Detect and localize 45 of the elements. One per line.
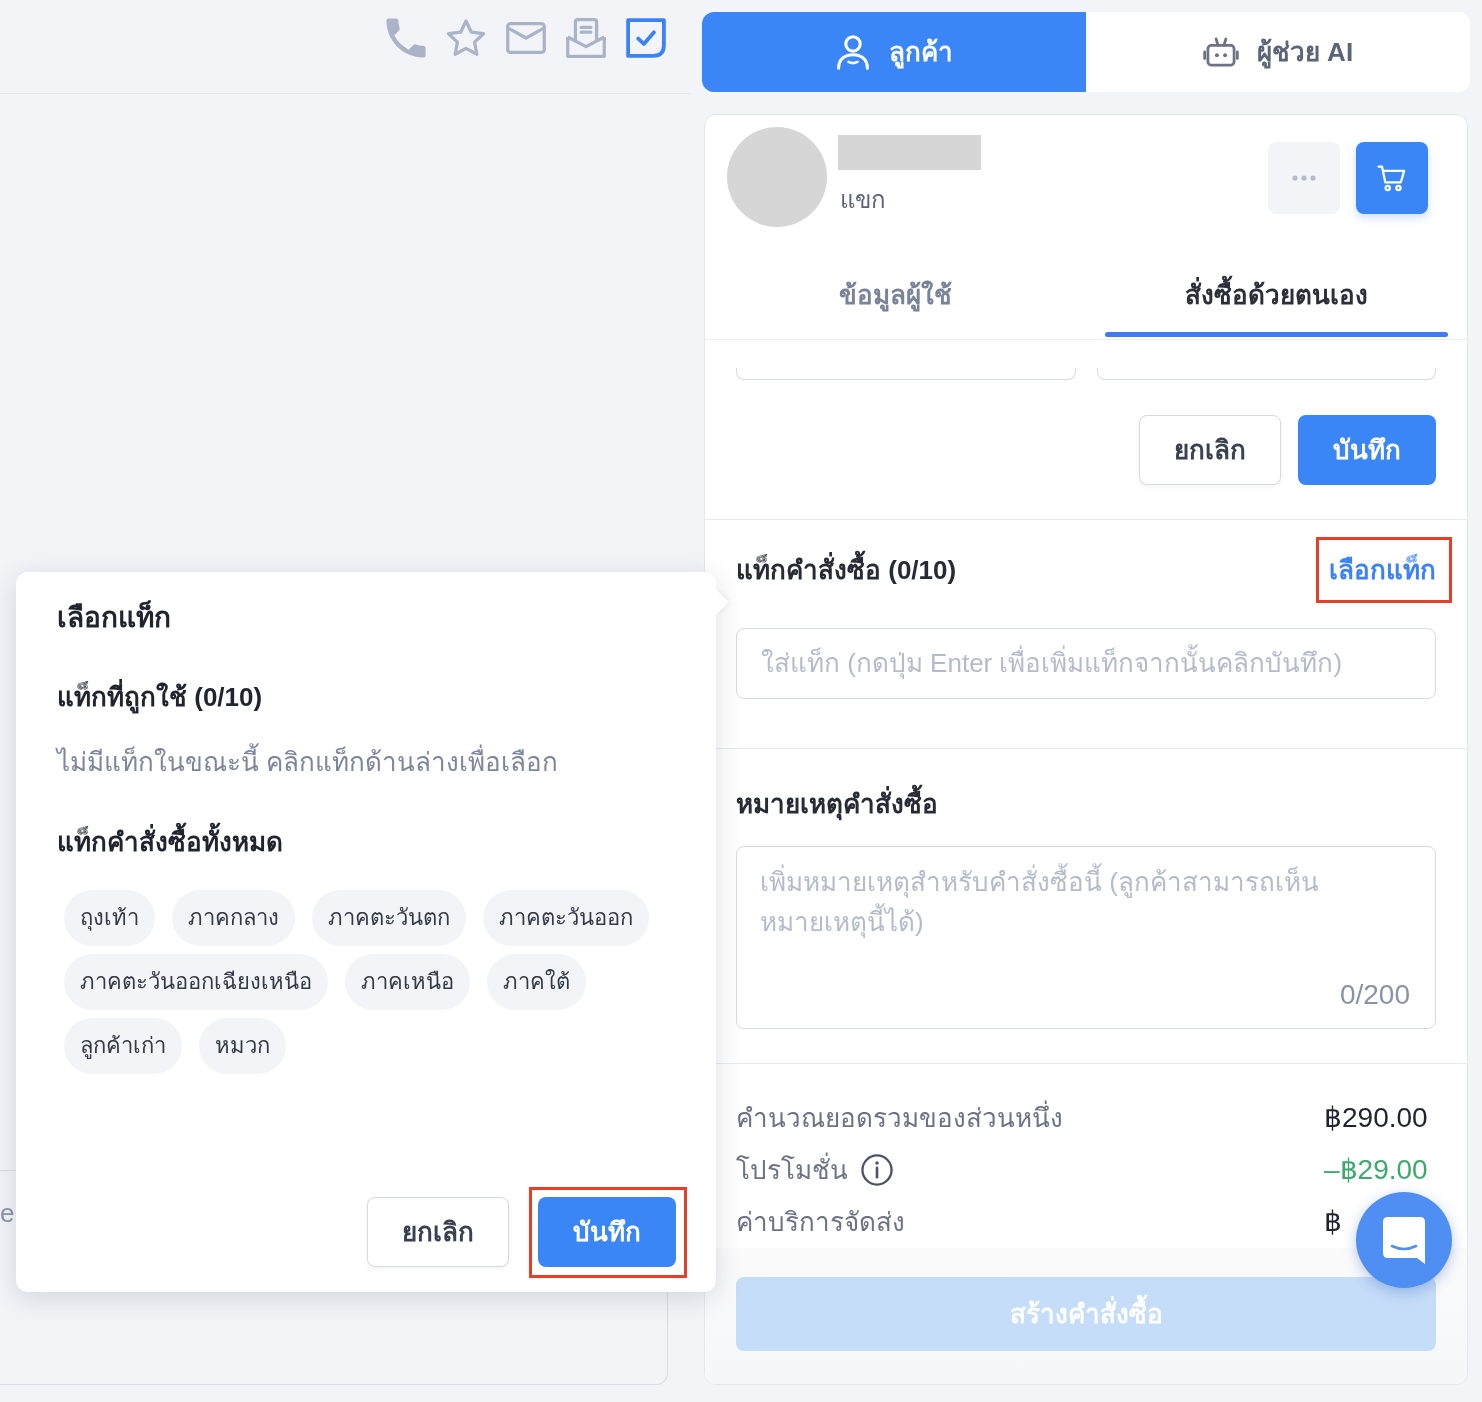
panel-tab[interactable]: ลูกค้า <box>702 12 1086 92</box>
customer-tab[interactable]: สั่งซื้อด้วยตนเอง <box>1086 255 1467 339</box>
empty-state-text: ไม่มีแท็กในขณะนี้ คลิกแท็กด้านล่างเพื่อเลือก <box>57 742 675 782</box>
cancel-button[interactable]: ยกเลิก <box>1139 415 1281 485</box>
more-button[interactable] <box>1268 142 1340 214</box>
envelope-letter-icon[interactable] <box>566 18 606 58</box>
tag-chip[interactable]: ภาคเหนือ <box>345 954 470 1010</box>
select-tags-link[interactable]: เลือกแท็ก <box>1329 555 1436 585</box>
customer-tab[interactable]: ข้อมูลผู้ใช้ <box>705 255 1086 339</box>
checkbox-icon[interactable] <box>626 18 666 58</box>
placeholder-text: e <box>0 1199 15 1227</box>
phone-icon[interactable] <box>386 18 426 58</box>
chat-icon <box>1383 1216 1425 1264</box>
cart-button[interactable] <box>1356 142 1428 214</box>
save-button[interactable]: บันทึก <box>1298 415 1436 485</box>
summary-label: คำนวณยอดรวมของส่วนหนึ่ง <box>736 1102 1063 1134</box>
tag-chip[interactable]: ลูกค้าเก่า <box>64 1018 182 1074</box>
section-title: หมายเหตุคำสั่งซื้อ <box>736 784 1436 824</box>
tag-chip[interactable]: ภาคตะวันออกเฉียงเหนือ <box>64 954 328 1010</box>
cancel-button[interactable]: ยกเลิก <box>367 1197 509 1267</box>
customer-type: แขก <box>840 185 887 215</box>
tag-chip[interactable]: ภาคใต้ <box>487 954 586 1010</box>
save-button[interactable]: บันทึก <box>538 1197 676 1267</box>
cart-icon <box>1377 164 1407 192</box>
popover-title: เลือกแท็ก <box>57 599 172 635</box>
summary-value: ฿ <box>1324 1206 1343 1238</box>
summary-label: ค่าบริการจัดส่ง <box>736 1206 905 1238</box>
person-icon <box>835 34 871 70</box>
summary-value: –฿29.00 <box>1324 1154 1429 1186</box>
input-field[interactable] <box>736 368 1076 380</box>
tag-chip[interactable]: ภาคตะวันออก <box>483 890 649 946</box>
tag-chip[interactable]: ถุงเท้า <box>64 890 155 946</box>
summary-value: ฿290.00 <box>1324 1102 1429 1134</box>
section-title: แท็กที่ถูกใช้ (0/10) <box>57 677 675 717</box>
star-icon[interactable] <box>446 18 486 58</box>
tag-chip[interactable]: ภาคกลาง <box>172 890 295 946</box>
character-counter: 0/200 <box>1339 979 1410 1011</box>
summary-label: โปรโมชั่น <box>736 1154 848 1186</box>
input-field[interactable] <box>1097 368 1436 380</box>
more-icon <box>1292 175 1316 181</box>
tag-chip[interactable]: ภาคตะวันตก <box>312 890 466 946</box>
section-title: แท็กคำสั่งซื้อทั้งหมด <box>57 822 675 862</box>
tag-chip[interactable]: หมวก <box>199 1018 286 1074</box>
info-icon[interactable] <box>861 1154 893 1186</box>
tag-input-field[interactable]: ใส่แท็ก (กดปุ่ม Enter เพื่อเพิ่มแท็กจากนั้นคลิกบันทึก) <box>736 628 1436 699</box>
